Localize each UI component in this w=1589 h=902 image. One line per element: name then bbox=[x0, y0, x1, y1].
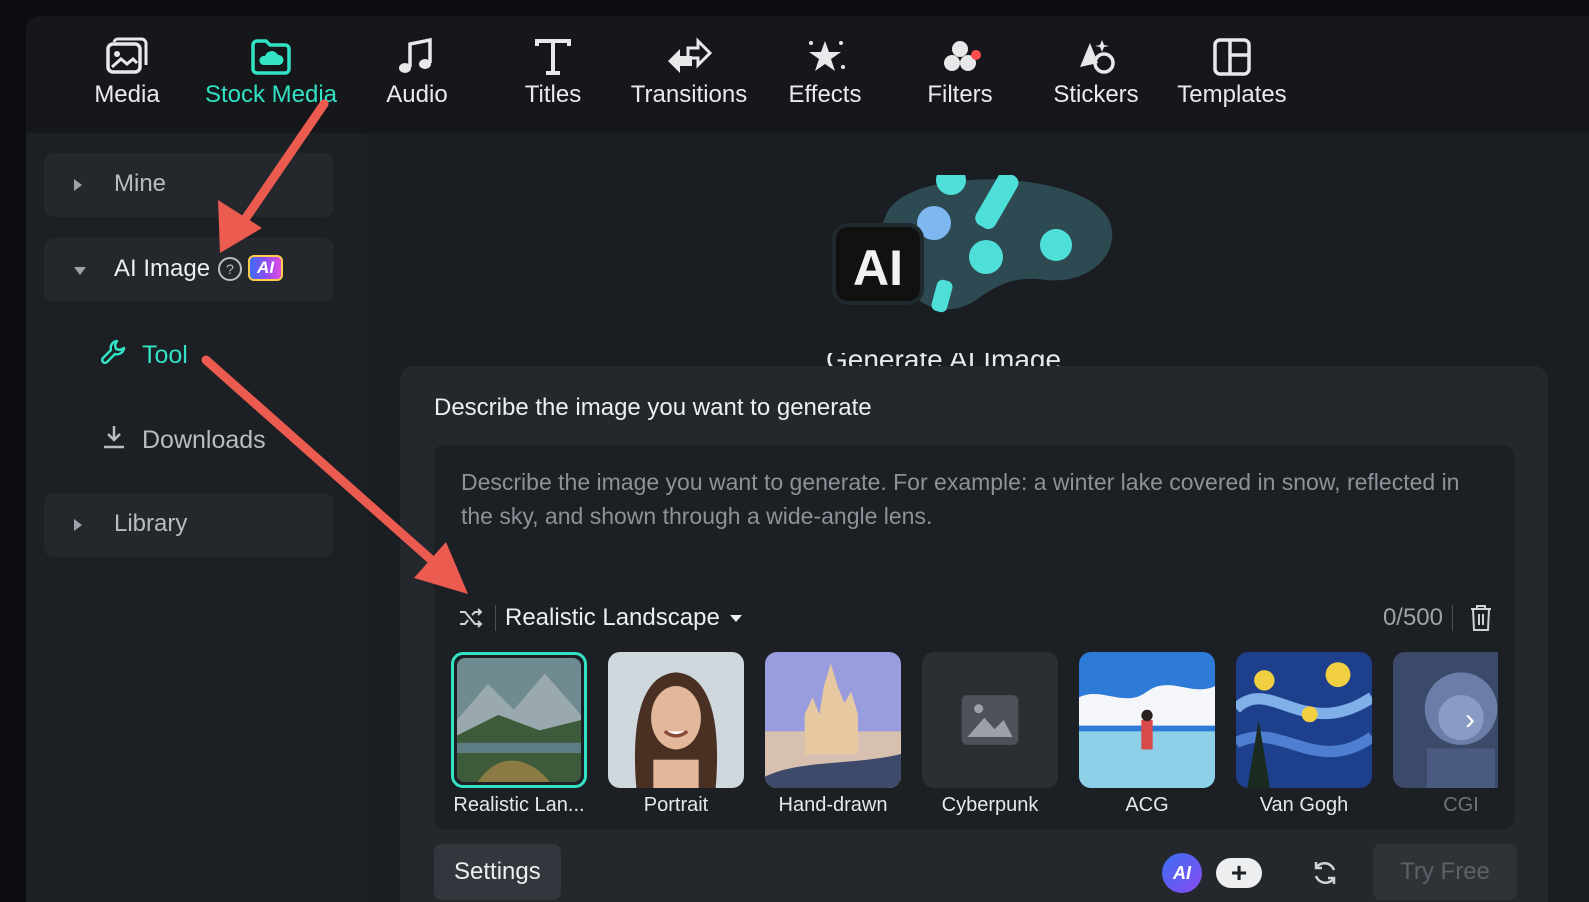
chevron-right-icon bbox=[74, 179, 82, 191]
sidebar-item-library[interactable]: Library bbox=[44, 493, 334, 557]
sparkle-star-icon bbox=[750, 34, 900, 80]
style-gallery: Realistic Lan... Portrait Hand-drawn Cyb… bbox=[451, 652, 1498, 822]
style-name: Van Gogh bbox=[1259, 794, 1349, 816]
chevron-down-icon bbox=[74, 267, 86, 275]
image-placeholder-icon bbox=[961, 695, 1019, 745]
sidebar-item-tool[interactable]: Tool bbox=[100, 335, 188, 375]
media-icon bbox=[52, 34, 202, 80]
trash-icon[interactable] bbox=[1466, 603, 1496, 633]
style-card[interactable]: Van Gogh bbox=[1236, 652, 1372, 817]
tab-label: Transitions bbox=[630, 81, 748, 108]
tab-templates[interactable]: Templates bbox=[1157, 34, 1307, 110]
style-name: Portrait bbox=[643, 794, 709, 816]
generate-panel: Describe the image you want to generate … bbox=[400, 366, 1548, 902]
refresh-icon[interactable] bbox=[1310, 858, 1340, 888]
prompt-box: Realistic Landscape 0/500 Realistic L bbox=[434, 445, 1514, 829]
char-counter: 0/500 bbox=[1382, 604, 1443, 631]
style-name: ACG bbox=[1125, 794, 1169, 816]
style-dropdown[interactable]: Realistic Landscape bbox=[505, 604, 742, 632]
style-thumbnail bbox=[922, 652, 1058, 788]
tab-label: Effects bbox=[788, 81, 862, 108]
style-thumbnail bbox=[451, 652, 587, 788]
sidebar-item-downloads[interactable]: Downloads bbox=[100, 420, 266, 460]
filters-circles-icon bbox=[885, 34, 1035, 80]
divider bbox=[495, 605, 496, 631]
ai-credits-icon[interactable]: AI bbox=[1162, 853, 1202, 893]
tab-label: Stock Media bbox=[204, 81, 338, 108]
help-icon[interactable]: ? bbox=[218, 257, 243, 281]
style-name: Cyberpunk bbox=[941, 794, 1039, 816]
app-window: Media Stock Media Audio Titles Transitio… bbox=[26, 16, 1589, 902]
sidebar-item-mine[interactable]: Mine bbox=[44, 153, 334, 217]
tab-stickers[interactable]: Stickers bbox=[1021, 34, 1171, 110]
main-content: AI Generate AI Image Describe the image … bbox=[366, 133, 1589, 902]
wrench-icon bbox=[100, 338, 128, 373]
tab-effects[interactable]: Effects bbox=[750, 34, 900, 110]
hero-caption: Generate AI Image bbox=[826, 353, 1061, 367]
tab-label: Templates bbox=[1177, 81, 1287, 108]
style-name: CGI bbox=[1443, 794, 1479, 816]
sidebar-item-label: AI Image bbox=[114, 255, 211, 282]
try-free-button[interactable]: Try Free bbox=[1373, 844, 1517, 900]
sidebar-item-label: Mine bbox=[114, 170, 167, 197]
transition-arrows-icon bbox=[614, 34, 764, 80]
music-note-icon bbox=[342, 34, 492, 80]
tab-filters[interactable]: Filters bbox=[885, 34, 1035, 110]
style-card[interactable]: Hand-drawn bbox=[765, 652, 901, 817]
ai-palette-illustration: AI bbox=[832, 175, 1113, 313]
notification-dot bbox=[971, 50, 981, 60]
panel-title: Describe the image you want to generate bbox=[434, 394, 872, 421]
sidebar-item-label: Library bbox=[114, 510, 188, 537]
tab-media[interactable]: Media bbox=[52, 34, 202, 110]
tab-titles[interactable]: Titles bbox=[478, 34, 628, 110]
hero-ai-label: AI bbox=[853, 240, 903, 296]
settings-button[interactable]: Settings bbox=[434, 844, 561, 900]
style-card[interactable]: Realistic Lan... bbox=[451, 652, 587, 817]
style-thumbnail bbox=[608, 652, 744, 788]
prompt-input[interactable] bbox=[459, 463, 1463, 547]
style-thumbnail bbox=[1236, 652, 1372, 788]
action-row: Settings AI + Try Free bbox=[434, 844, 1517, 902]
style-name: Realistic Lan... bbox=[453, 794, 585, 816]
style-dropdown-value: Realistic Landscape bbox=[505, 604, 720, 631]
sidebar-item-ai-image[interactable]: AI Image? AI bbox=[44, 238, 334, 302]
stock-media-icon bbox=[196, 34, 346, 80]
style-thumbnail bbox=[1079, 652, 1215, 788]
tab-transitions[interactable]: Transitions bbox=[614, 34, 764, 110]
sidebar: Mine AI Image? AI Tool Downloads Library bbox=[26, 133, 366, 902]
sticker-icon bbox=[1021, 34, 1171, 80]
caret-down-icon bbox=[729, 614, 742, 622]
download-icon bbox=[100, 423, 128, 458]
sidebar-item-label: Downloads bbox=[142, 425, 266, 454]
sidebar-item-label: Tool bbox=[142, 340, 188, 369]
style-row: Realistic Landscape 0/500 bbox=[456, 600, 1496, 636]
tab-stock-media[interactable]: Stock Media bbox=[196, 34, 346, 110]
style-name: Hand-drawn bbox=[778, 794, 888, 816]
ai-badge: AI bbox=[248, 255, 284, 281]
chevron-right-icon bbox=[74, 519, 82, 531]
credits-group: AI + bbox=[1162, 850, 1292, 896]
add-credits-button[interactable]: + bbox=[1216, 858, 1262, 888]
text-t-icon bbox=[478, 34, 628, 80]
tab-label: Titles bbox=[524, 81, 582, 108]
tab-label: Media bbox=[94, 81, 160, 108]
top-toolbar: Media Stock Media Audio Titles Transitio… bbox=[26, 16, 1589, 133]
divider bbox=[1452, 605, 1453, 631]
shuffle-icon[interactable] bbox=[456, 603, 486, 633]
tab-audio[interactable]: Audio bbox=[342, 34, 492, 110]
tab-label: Stickers bbox=[1053, 81, 1139, 108]
style-card[interactable]: ACG bbox=[1079, 652, 1215, 817]
tab-label: Filters bbox=[927, 81, 993, 108]
style-card[interactable]: Cyberpunk bbox=[922, 652, 1058, 817]
tab-label: Audio bbox=[386, 81, 448, 108]
style-card[interactable]: Portrait bbox=[608, 652, 744, 817]
chevron-right-icon[interactable]: › bbox=[1452, 702, 1488, 738]
templates-grid-icon bbox=[1157, 34, 1307, 80]
style-thumbnail bbox=[765, 652, 901, 788]
